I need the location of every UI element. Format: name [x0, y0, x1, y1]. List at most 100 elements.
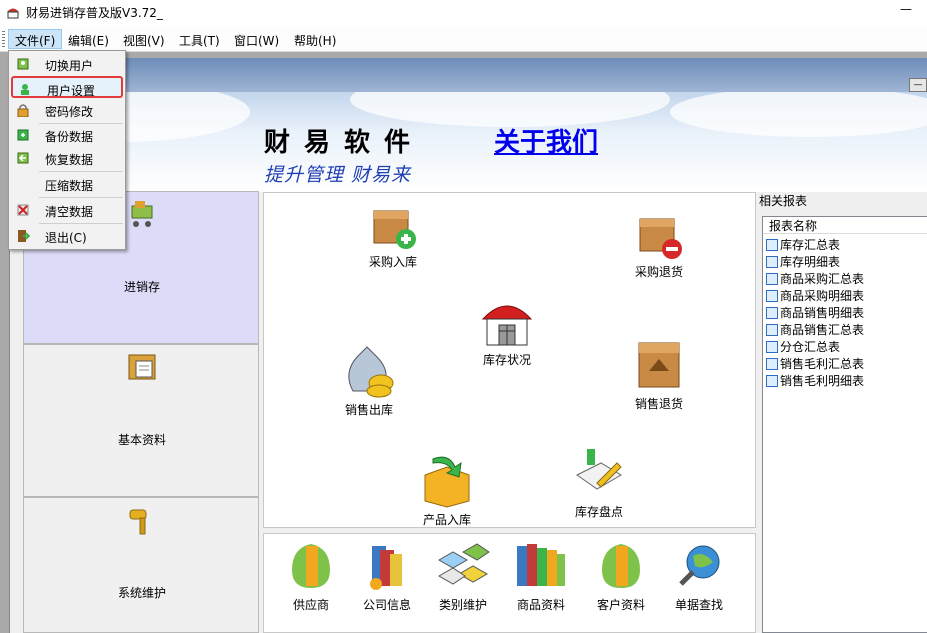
brand-title: 财易软件: [264, 128, 425, 158]
report-item[interactable]: 分仓汇总表: [766, 338, 840, 355]
toolbar-label: 单据查找: [674, 598, 723, 612]
workspace-panel: 采购入库 采购退货 库存状况 销售出库 销售退货 产品入库 库存盘点: [263, 192, 756, 528]
report-item[interactable]: 商品采购明细表: [766, 287, 864, 304]
clear-data-icon: [17, 204, 29, 216]
menu-separator: [39, 197, 123, 198]
menu-item-label: 切换用户: [45, 59, 94, 73]
report-label: 销售毛利明细表: [780, 374, 865, 388]
reports-title: 相关报表: [759, 194, 808, 208]
menu-file[interactable]: 文件(F): [8, 29, 63, 49]
nav-label: 基本资料: [117, 433, 166, 447]
menu-item-backup[interactable]: 备份数据: [11, 124, 123, 146]
child-window-titlebar: —: [10, 58, 927, 92]
workspace-label: 采购退货: [634, 265, 683, 279]
left-nav: 进销存 基本资料 系统维护: [23, 191, 259, 633]
menu-item-label: 清空数据: [45, 205, 94, 219]
report-label: 商品销售汇总表: [780, 323, 865, 337]
child-minimize-button[interactable]: —: [909, 78, 927, 92]
company-info-button[interactable]: 公司信息: [354, 540, 420, 613]
nav-section-system-maintenance[interactable]: 系统维护: [23, 497, 259, 633]
report-icon: [766, 375, 778, 387]
inventory-check-button[interactable]: 库存盘点: [554, 445, 644, 520]
report-label: 库存明细表: [780, 255, 841, 269]
report-icon: [766, 273, 778, 285]
category-icon: [437, 543, 490, 585]
menu-tools[interactable]: 工具(T): [173, 30, 226, 50]
banner-cloud: [670, 92, 927, 137]
report-icon: [766, 358, 778, 370]
report-item[interactable]: 商品销售汇总表: [766, 321, 864, 338]
category-button[interactable]: 类别维护: [430, 540, 496, 613]
purchase-return-button[interactable]: 采购退货: [614, 211, 704, 280]
sales-return-box-icon: [638, 342, 680, 388]
main-child-window: — 财易软件 关于我们 提升管理 财易来 进销存 基本资料 系统维护 采购入库 …: [9, 58, 927, 633]
report-item[interactable]: 商品销售明细表: [766, 304, 864, 321]
report-label: 分仓汇总表: [780, 340, 841, 354]
purchase-in-box-icon: [373, 210, 416, 249]
purchase-in-button[interactable]: 采购入库: [348, 201, 438, 270]
menu-help[interactable]: 帮助(H): [288, 30, 342, 50]
report-label: 商品销售明细表: [780, 306, 865, 320]
product-in-button[interactable]: 产品入库: [402, 453, 492, 528]
company-info-icon: [370, 546, 402, 590]
workspace-label: 库存状况: [482, 353, 531, 367]
menu-edit[interactable]: 编辑(E): [62, 30, 115, 50]
document-search-button[interactable]: 单据查找: [666, 540, 732, 613]
sales-return-button[interactable]: 销售退货: [614, 337, 704, 412]
backup-icon: [17, 129, 29, 141]
inventory-status-button[interactable]: 库存状况: [462, 293, 552, 368]
menu-item-switch-user[interactable]: 切换用户: [11, 53, 123, 75]
quick-access-toolbar: 供应商 公司信息 类别维护 商品资料 客户资料 单据查找: [263, 533, 756, 633]
toolbar-label: 公司信息: [362, 598, 411, 612]
nav-section-basic-data[interactable]: 基本资料: [23, 344, 259, 497]
product-data-button[interactable]: 商品资料: [508, 540, 574, 613]
menu-item-user-settings[interactable]: 用户设置: [11, 76, 123, 98]
supplier-button[interactable]: 供应商: [278, 540, 344, 613]
supplier-icon: [292, 544, 330, 588]
money-bag-icon: [348, 346, 394, 398]
customer-icon: [602, 544, 640, 588]
switch-user-icon: [17, 58, 29, 70]
customer-data-button[interactable]: 客户资料: [588, 540, 654, 613]
slogan: 提升管理 财易来: [264, 164, 412, 186]
menu-view[interactable]: 视图(V): [117, 30, 171, 50]
minimize-button[interactable]: —: [893, 2, 919, 22]
report-icon: [766, 307, 778, 319]
menu-item-compress[interactable]: 压缩数据: [11, 173, 123, 195]
document-folder-icon: [128, 354, 156, 380]
product-in-box-icon: [424, 456, 470, 508]
purchase-return-box-icon: [639, 218, 682, 259]
nav-label: 系统维护: [117, 586, 166, 600]
report-label: 库存汇总表: [780, 238, 841, 252]
menu-separator: [39, 223, 123, 224]
report-item[interactable]: 销售毛利汇总表: [766, 355, 864, 372]
inventory-check-icon: [576, 449, 622, 490]
workspace-label: 产品入库: [422, 513, 471, 527]
toolbar-label: 供应商: [292, 598, 329, 612]
menu-item-label: 恢复数据: [45, 153, 94, 167]
reports-list: 报表名称 库存汇总表 库存明细表 商品采购汇总表 商品采购明细表 商品销售明细表…: [762, 216, 927, 633]
user-settings-icon: [21, 84, 29, 95]
menu-item-clear-data[interactable]: 清空数据: [11, 199, 123, 221]
exit-icon: [18, 230, 30, 242]
report-icon: [766, 341, 778, 353]
product-books-icon: [517, 544, 565, 586]
report-item[interactable]: 销售毛利明细表: [766, 372, 864, 389]
report-item[interactable]: 商品采购汇总表: [766, 270, 864, 287]
nav-label: 进销存: [123, 280, 160, 294]
window-title: 财易进销存普及版V3.72_: [26, 6, 163, 20]
menu-item-restore[interactable]: 恢复数据: [11, 147, 123, 169]
about-us-link[interactable]: 关于我们: [494, 122, 598, 159]
reports-column-header[interactable]: 报表名称: [763, 217, 927, 234]
report-item[interactable]: 库存汇总表: [766, 236, 840, 253]
menu-grip-icon[interactable]: [2, 31, 5, 47]
report-icon: [766, 256, 778, 268]
menu-window[interactable]: 窗口(W): [228, 30, 285, 50]
report-icon: [766, 290, 778, 302]
report-item[interactable]: 库存明细表: [766, 253, 840, 270]
menu-item-change-password[interactable]: 密码修改: [11, 99, 123, 121]
menu-item-exit[interactable]: 退出(C): [11, 225, 123, 247]
sales-out-button[interactable]: 销售出库: [324, 343, 414, 418]
report-icon: [766, 324, 778, 336]
app-logo-icon: [7, 8, 19, 19]
